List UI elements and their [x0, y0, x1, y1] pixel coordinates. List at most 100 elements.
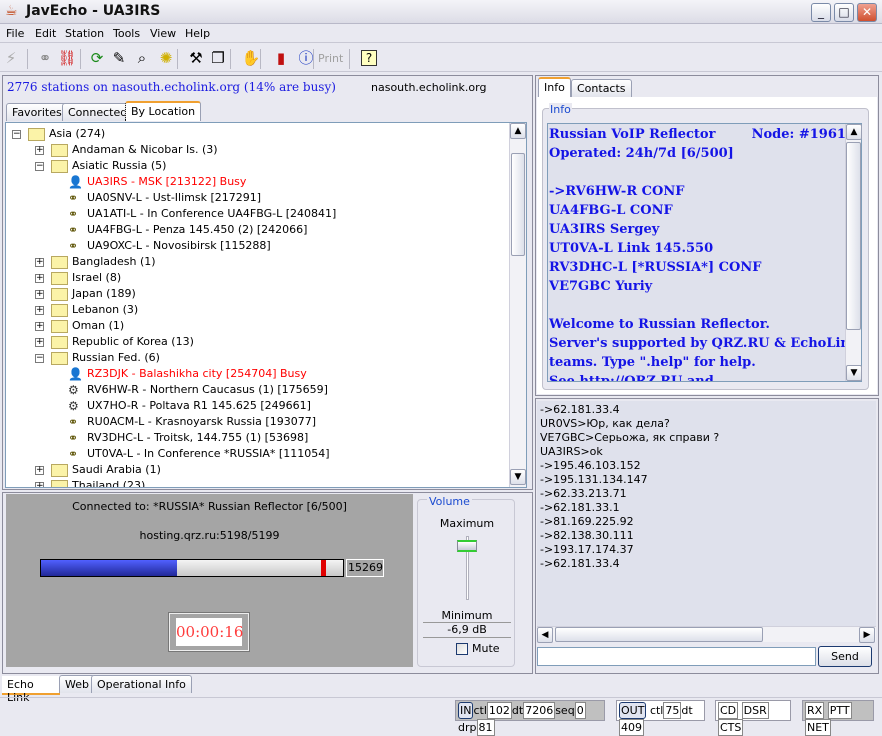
- tree-station-node[interactable]: ⚭ UA1ATI-L - In Conference UA4FBG-L [2408…: [6, 206, 506, 222]
- edit-icon[interactable]: ✎: [108, 48, 130, 68]
- refresh-icon[interactable]: ⟳: [86, 48, 108, 68]
- expand-icon[interactable]: +: [35, 466, 44, 475]
- tree-node-label: Andaman & Nicobar Is. (3): [72, 143, 218, 156]
- tree-folder-node[interactable]: + Oman (1): [6, 318, 506, 334]
- user-icon: 👤: [68, 175, 83, 189]
- audio-level-value: 15269: [346, 559, 384, 577]
- out-status-group: OUT ctl 75 dt 409: [616, 700, 705, 736]
- tools-icon[interactable]: ⚒: [185, 48, 207, 68]
- close-button[interactable]: ✕: [857, 3, 877, 22]
- minimize-button[interactable]: _: [811, 3, 831, 22]
- menu-file[interactable]: File: [6, 27, 24, 40]
- help-icon[interactable]: ?: [361, 50, 377, 66]
- volume-db-value: -6,9 dB: [423, 622, 511, 638]
- tab-contacts[interactable]: Contacts: [571, 79, 632, 97]
- tree-station-node[interactable]: ⚭ UA9OXC-L - Novosibirsk [115288]: [6, 238, 506, 254]
- info-line: Russian VoIP Reflector Node: #196189: [549, 127, 862, 142]
- tree-folder-node[interactable]: − Russian Fed. (6): [6, 350, 506, 366]
- menu-help[interactable]: Help: [185, 27, 210, 40]
- scroll-down-button[interactable]: ▼: [846, 365, 862, 381]
- tree-station-node[interactable]: 👤 RZ3DJK - Balashikha city [254704] Busy: [6, 366, 506, 382]
- tab-web[interactable]: Web: [59, 675, 95, 693]
- folder-icon: [51, 320, 68, 333]
- tree-folder-node[interactable]: + Bangladesh (1): [6, 254, 506, 270]
- scroll-up-button[interactable]: ▲: [510, 123, 526, 139]
- tree-scrollbar[interactable]: ▲ ▼: [509, 123, 526, 487]
- tree-station-node[interactable]: ⚭ UT0VA-L - In Conference *RUSSIA* [11105…: [6, 446, 506, 462]
- expand-icon[interactable]: +: [35, 146, 44, 155]
- tree-folder-node[interactable]: − Asiatic Russia (5): [6, 158, 506, 174]
- tree-station-node[interactable]: ⚙ RV6HW-R - Northern Caucasus (1) [175659…: [6, 382, 506, 398]
- info-text-area[interactable]: Russian VoIP Reflector Node: #196189 Oper…: [547, 123, 862, 382]
- tree-station-node[interactable]: ⚭ RU0ACM-L - Krasnoyarsk Russia [193077]: [6, 414, 506, 430]
- tab-by-location[interactable]: By Location: [125, 101, 202, 121]
- collapse-icon[interactable]: −: [35, 162, 44, 171]
- station-tree[interactable]: − Asia (274) + Andaman & Nicobar Is. (3) − As…: [5, 122, 527, 488]
- tree-folder-node[interactable]: + Saudi Arabia (1): [6, 462, 506, 478]
- windows-icon[interactable]: ❐: [207, 48, 229, 68]
- info-scrollbar[interactable]: ▲ ▼: [845, 124, 862, 381]
- find-icon[interactable]: ⌕: [131, 48, 153, 68]
- scroll-up-button[interactable]: ▲: [846, 124, 862, 140]
- tab-info[interactable]: Info: [538, 77, 571, 97]
- print-button[interactable]: Print: [318, 52, 343, 65]
- chart-icon[interactable]: ▮: [270, 48, 292, 68]
- tree-node-label: Asiatic Russia (5): [72, 159, 167, 172]
- server-name: nasouth.echolink.org: [371, 81, 487, 94]
- collapse-icon[interactable]: −: [12, 130, 21, 139]
- tab-favorites[interactable]: Favorites: [6, 103, 68, 121]
- alarm-icon[interactable]: ✺: [155, 48, 177, 68]
- tab-connected[interactable]: Connected: [62, 103, 134, 121]
- expand-icon[interactable]: +: [35, 258, 44, 267]
- expand-icon[interactable]: +: [35, 338, 44, 347]
- tree-folder-node[interactable]: + Lebanon (3): [6, 302, 506, 318]
- tree-folder-node[interactable]: + Andaman & Nicobar Is. (3): [6, 142, 506, 158]
- tree-folder-node[interactable]: + Israel (8): [6, 270, 506, 286]
- menu-station[interactable]: Station: [65, 27, 104, 40]
- disconnect-icon[interactable]: ⛓: [56, 48, 78, 68]
- expand-icon[interactable]: +: [35, 274, 44, 283]
- chat-message: ->81.169.225.92: [540, 515, 634, 528]
- menu-view[interactable]: View: [150, 27, 176, 40]
- scroll-thumb[interactable]: [555, 627, 763, 642]
- scroll-thumb[interactable]: [846, 142, 861, 330]
- tab-echo-link[interactable]: Echo Link: [2, 676, 60, 704]
- tree-node-label: UA1ATI-L - In Conference UA4FBG-L [24084…: [87, 207, 337, 220]
- in-dt-value: 7206: [523, 702, 556, 719]
- scroll-down-button[interactable]: ▼: [510, 469, 526, 485]
- menu-tools[interactable]: Tools: [113, 27, 140, 40]
- tree-folder-node[interactable]: + Japan (189): [6, 286, 506, 302]
- expand-icon[interactable]: +: [35, 482, 44, 487]
- expand-icon[interactable]: +: [35, 290, 44, 299]
- chat-hscrollbar[interactable]: ◀ ▶: [537, 626, 876, 643]
- connection-timer: 00:00:16: [176, 618, 243, 646]
- tree-folder-node[interactable]: + Republic of Korea (13): [6, 334, 506, 350]
- separator: [349, 49, 350, 69]
- tree-node-label: Republic of Korea (13): [72, 335, 194, 348]
- mute-checkbox[interactable]: [456, 643, 468, 655]
- maximize-button[interactable]: □: [834, 3, 854, 22]
- volume-slider-thumb[interactable]: [457, 540, 477, 552]
- tree-station-node[interactable]: ⚭ UA4FBG-L - Penza 145.450 (2) [242066]: [6, 222, 506, 238]
- chat-message: ->195.46.103.152: [540, 459, 641, 472]
- scroll-left-button[interactable]: ◀: [537, 627, 553, 643]
- scroll-thumb[interactable]: [511, 153, 525, 256]
- tree-station-node[interactable]: 👤 UA3IRS - MSK [213122] Busy: [6, 174, 506, 190]
- stop-hand-icon[interactable]: ✋: [240, 48, 262, 68]
- link-icon[interactable]: ⚭: [34, 48, 56, 68]
- collapse-icon[interactable]: −: [35, 354, 44, 363]
- expand-icon[interactable]: +: [35, 322, 44, 331]
- chat-input[interactable]: [537, 647, 816, 666]
- tree-station-node[interactable]: ⚙ UX7HO-R - Poltava R1 145.625 [249661]: [6, 398, 506, 414]
- tree-folder-node[interactable]: + Thailand (23): [6, 478, 506, 487]
- tree-station-node[interactable]: ⚭ RV3DHC-L - Troitsk, 144.755 (1) [53698]: [6, 430, 506, 446]
- tab-operational-info[interactable]: Operational Info: [91, 675, 192, 693]
- scroll-right-button[interactable]: ▶: [859, 627, 875, 643]
- tree-folder-node[interactable]: − Asia (274): [6, 126, 506, 142]
- send-button[interactable]: Send: [818, 646, 872, 667]
- connect-icon[interactable]: ⚡: [0, 48, 22, 68]
- tree-station-node[interactable]: ⚭ UA0SNV-L - Ust-Ilimsk [217291]: [6, 190, 506, 206]
- expand-icon[interactable]: +: [35, 306, 44, 315]
- chat-log[interactable]: ->62.181.33.4 UR0VS>Юр, как дела? VE7GBC>С…: [537, 401, 876, 626]
- menu-edit[interactable]: Edit: [35, 27, 56, 40]
